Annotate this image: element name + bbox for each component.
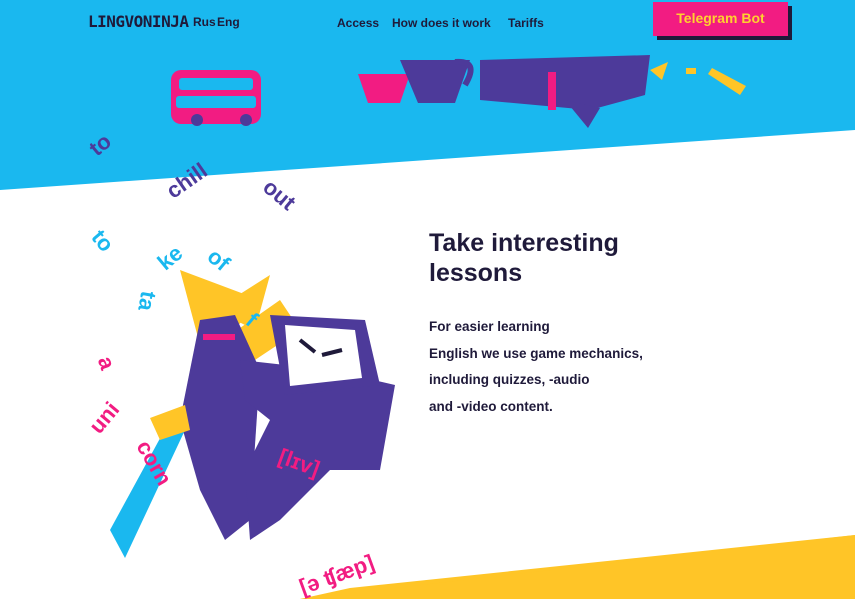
nav-tariffs[interactable]: Tariffs bbox=[508, 16, 544, 30]
description-line-4: and -video content. bbox=[429, 398, 553, 414]
section-description: For easier learning English we use game … bbox=[429, 314, 674, 420]
lang-rus-link[interactable]: Rus bbox=[193, 15, 216, 29]
nav-access[interactable]: Access bbox=[337, 16, 379, 30]
description-line-3: including quizzes, -audio bbox=[429, 372, 590, 387]
background-shapes bbox=[0, 0, 855, 599]
description-line-1: For easier learning bbox=[429, 319, 550, 334]
site-header: LINGVONINJA Rus Eng Access How does it w… bbox=[0, 0, 855, 56]
lang-eng-link[interactable]: Eng bbox=[217, 15, 240, 29]
nav-how-it-works[interactable]: How does it work bbox=[392, 16, 491, 30]
bus-illustration bbox=[171, 70, 261, 126]
logo[interactable]: LINGVONINJA bbox=[88, 12, 189, 31]
description-line-2: English we use game mechanics, bbox=[429, 345, 643, 361]
section-title: Take interesting lessons bbox=[429, 229, 619, 287]
word-ta: ta bbox=[133, 289, 162, 313]
telegram-bot-button[interactable]: Telegram Bot bbox=[653, 2, 788, 36]
